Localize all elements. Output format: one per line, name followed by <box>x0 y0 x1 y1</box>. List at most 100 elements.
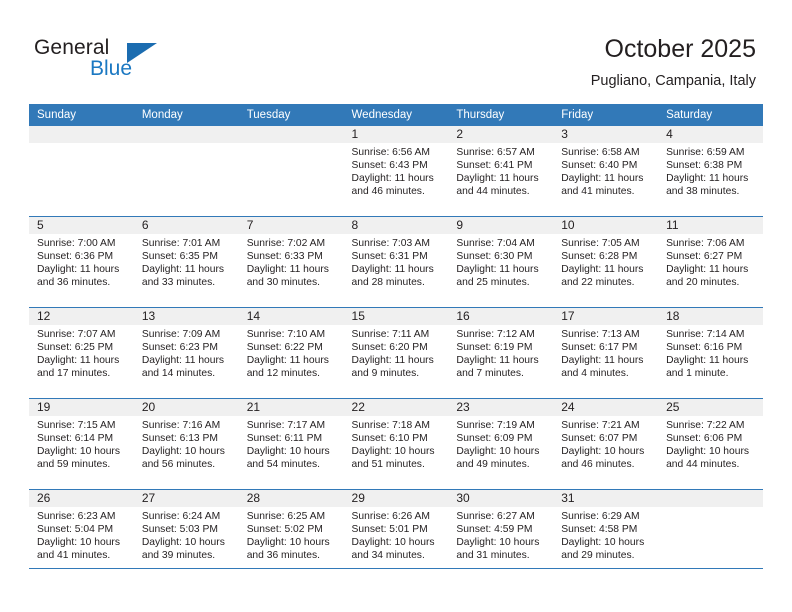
day-number: 20 <box>133 399 239 416</box>
sunset-text: Sunset: 6:16 PM <box>666 341 743 353</box>
calendar-day-cell[interactable]: 11 Sunrise: 7:06 AM Sunset: 6:27 PM Dayligh… <box>658 216 763 308</box>
day-number: 30 <box>448 490 554 507</box>
day-details: Sunrise: 6:29 AM Sunset: 4:58 PM Daylight:… <box>553 507 658 563</box>
daylight-text-line2: and 7 minutes. <box>456 367 524 379</box>
day-details: Sunrise: 6:25 AM Sunset: 5:02 PM Daylight:… <box>239 507 344 563</box>
sunrise-text: Sunrise: 7:10 AM <box>246 329 326 340</box>
daylight-text-line2: and 56 minutes. <box>141 458 216 470</box>
day-number: 27 <box>133 490 239 507</box>
calendar-day-cell[interactable]: 14 Sunrise: 7:10 AM Sunset: 6:22 PM Dayligh… <box>238 307 344 399</box>
day-number: 6 <box>133 217 239 234</box>
weekday-header-row: Sunday Monday Tuesday Wednesday Thursday… <box>29 104 763 126</box>
calendar-day-cell[interactable]: 27 Sunrise: 6:24 AM Sunset: 5:03 PM Dayligh… <box>133 489 239 580</box>
sunrise-text: Sunrise: 7:21 AM <box>561 420 640 431</box>
weekday-header-monday: Monday <box>133 104 239 126</box>
calendar-day-cell[interactable]: 26 Sunrise: 6:23 AM Sunset: 5:04 PM Dayligh… <box>29 489 134 580</box>
calendar-day-cell[interactable]: 31 Sunrise: 6:29 AM Sunset: 4:58 PM Dayligh… <box>553 489 659 580</box>
sunrise-text: Sunrise: 7:15 AM <box>37 420 116 431</box>
day-number: 28 <box>238 490 344 507</box>
sunset-text: Sunset: 6:28 PM <box>561 250 638 262</box>
sunrise-text: Sunrise: 7:22 AM <box>666 420 745 431</box>
daylight-text-line2: and 9 minutes. <box>351 367 420 379</box>
calendar-day-cell[interactable]: 9 Sunrise: 7:04 AM Sunset: 6:30 PM Daylight… <box>448 216 554 308</box>
daylight-text-line1: Daylight: 11 hours <box>351 172 434 184</box>
daylight-text-line2: and 31 minutes. <box>456 549 530 561</box>
daylight-text-line1: Daylight: 10 hours <box>456 536 540 548</box>
calendar-day-cell[interactable]: 10 Sunrise: 7:05 AM Sunset: 6:28 PM Dayligh… <box>553 216 659 308</box>
daylight-text-line2: and 54 minutes. <box>246 458 320 470</box>
calendar-day-cell[interactable]: 3 Sunrise: 6:58 AM Sunset: 6:40 PM Daylight… <box>553 126 659 217</box>
day-number <box>238 126 344 143</box>
calendar-table: Sunday Monday Tuesday Wednesday Thursday… <box>29 104 763 580</box>
day-number: 7 <box>238 217 344 234</box>
daylight-text-line2: and 22 minutes. <box>561 276 635 288</box>
calendar-day-cell[interactable]: 4 Sunrise: 6:59 AM Sunset: 6:38 PM Daylight… <box>658 126 763 217</box>
calendar-day-cell[interactable]: 21 Sunrise: 7:17 AM Sunset: 6:11 PM Dayligh… <box>238 398 344 490</box>
calendar-day-cell[interactable]: 2 Sunrise: 6:57 AM Sunset: 6:41 PM Daylight… <box>448 126 554 217</box>
sunset-text: Sunset: 5:01 PM <box>351 523 428 535</box>
day-details: Sunrise: 6:27 AM Sunset: 4:59 PM Daylight:… <box>448 507 553 563</box>
daylight-text-line2: and 20 minutes. <box>666 276 740 288</box>
title-block: October 2025 Pugliano, Campania, Italy <box>591 34 756 92</box>
daylight-text-line1: Daylight: 10 hours <box>351 536 435 548</box>
daylight-text-line1: Daylight: 11 hours <box>666 263 749 275</box>
daylight-text-line1: Daylight: 10 hours <box>561 445 645 457</box>
calendar-day-cell[interactable]: 8 Sunrise: 7:03 AM Sunset: 6:31 PM Daylight… <box>343 216 449 308</box>
day-number: 1 <box>343 126 449 143</box>
general-blue-logo[interactable]: General Blue <box>34 36 184 84</box>
calendar-day-cell[interactable]: 25 Sunrise: 7:22 AM Sunset: 6:06 PM Dayligh… <box>658 398 763 490</box>
daylight-text-line2: and 44 minutes. <box>666 458 740 470</box>
calendar-body: 1 Sunrise: 6:56 AM Sunset: 6:43 PM Daylight… <box>29 126 763 580</box>
day-number <box>29 126 134 143</box>
sunset-text: Sunset: 6:07 PM <box>561 432 638 444</box>
daylight-text-line2: and 17 minutes. <box>37 367 111 379</box>
daylight-text-line2: and 46 minutes. <box>561 458 635 470</box>
calendar-day-cell[interactable]: 23 Sunrise: 7:19 AM Sunset: 6:09 PM Dayligh… <box>448 398 554 490</box>
daylight-text-line1: Daylight: 11 hours <box>141 354 225 366</box>
sunset-text: Sunset: 6:19 PM <box>456 341 533 353</box>
day-number: 9 <box>448 217 554 234</box>
calendar-day-cell[interactable]: 16 Sunrise: 7:12 AM Sunset: 6:19 PM Dayligh… <box>448 307 554 399</box>
calendar-day-cell[interactable]: 15 Sunrise: 7:11 AM Sunset: 6:20 PM Dayligh… <box>343 307 449 399</box>
calendar-day-cell[interactable]: 24 Sunrise: 7:21 AM Sunset: 6:07 PM Dayligh… <box>553 398 659 490</box>
calendar-day-cell[interactable]: 20 Sunrise: 7:16 AM Sunset: 6:13 PM Dayligh… <box>133 398 239 490</box>
calendar-empty-cell <box>658 489 763 580</box>
calendar-day-cell[interactable]: 12 Sunrise: 7:07 AM Sunset: 6:25 PM Dayligh… <box>29 307 134 399</box>
daylight-text-line2: and 34 minutes. <box>351 549 425 561</box>
daylight-text-line1: Daylight: 10 hours <box>37 536 120 548</box>
calendar-day-cell[interactable]: 1 Sunrise: 6:56 AM Sunset: 6:43 PM Daylight… <box>343 126 449 217</box>
calendar-week-row: 19 Sunrise: 7:15 AM Sunset: 6:14 PM Dayligh… <box>29 398 763 490</box>
daylight-text-line1: Daylight: 11 hours <box>141 263 225 275</box>
sunrise-text: Sunrise: 7:02 AM <box>246 238 326 249</box>
daylight-text-line2: and 36 minutes. <box>37 276 111 288</box>
calendar-day-cell[interactable]: 5 Sunrise: 7:00 AM Sunset: 6:36 PM Daylight… <box>29 216 134 308</box>
sunrise-text: Sunrise: 7:16 AM <box>141 420 221 431</box>
daylight-text-line2: and 33 minutes. <box>141 276 216 288</box>
sunset-text: Sunset: 6:06 PM <box>666 432 743 444</box>
sunset-text: Sunset: 4:58 PM <box>561 523 638 535</box>
sunset-text: Sunset: 6:36 PM <box>37 250 114 262</box>
sunset-text: Sunset: 6:11 PM <box>246 432 323 444</box>
calendar-day-cell[interactable]: 29 Sunrise: 6:26 AM Sunset: 5:01 PM Dayligh… <box>343 489 449 580</box>
day-details: Sunrise: 6:24 AM Sunset: 5:03 PM Daylight:… <box>134 507 239 563</box>
day-number: 17 <box>553 308 659 325</box>
daylight-text-line1: Daylight: 10 hours <box>351 445 435 457</box>
day-number: 5 <box>29 217 134 234</box>
sunset-text: Sunset: 6:33 PM <box>246 250 323 262</box>
calendar-day-cell[interactable]: 7 Sunrise: 7:02 AM Sunset: 6:33 PM Daylight… <box>238 216 344 308</box>
calendar-day-cell[interactable]: 19 Sunrise: 7:15 AM Sunset: 6:14 PM Dayligh… <box>29 398 134 490</box>
sunset-text: Sunset: 5:02 PM <box>246 523 323 535</box>
calendar-day-cell[interactable]: 30 Sunrise: 6:27 AM Sunset: 4:59 PM Dayligh… <box>448 489 554 580</box>
calendar-day-cell[interactable]: 13 Sunrise: 7:09 AM Sunset: 6:23 PM Dayligh… <box>133 307 239 399</box>
calendar-day-cell[interactable]: 17 Sunrise: 7:13 AM Sunset: 6:17 PM Dayligh… <box>553 307 659 399</box>
calendar-day-cell[interactable]: 28 Sunrise: 6:25 AM Sunset: 5:02 PM Dayligh… <box>238 489 344 580</box>
daylight-text-line1: Daylight: 11 hours <box>561 263 644 275</box>
daylight-text-line1: Daylight: 10 hours <box>141 445 225 457</box>
sunrise-text: Sunrise: 6:29 AM <box>561 511 640 522</box>
page-title: October 2025 <box>604 35 757 63</box>
calendar-day-cell[interactable]: 22 Sunrise: 7:18 AM Sunset: 6:10 PM Dayligh… <box>343 398 449 490</box>
sunset-text: Sunset: 6:25 PM <box>37 341 114 353</box>
calendar-day-cell[interactable]: 6 Sunrise: 7:01 AM Sunset: 6:35 PM Daylight… <box>133 216 239 308</box>
daylight-text-line2: and 28 minutes. <box>351 276 425 288</box>
calendar-day-cell[interactable]: 18 Sunrise: 7:14 AM Sunset: 6:16 PM Dayligh… <box>658 307 763 399</box>
